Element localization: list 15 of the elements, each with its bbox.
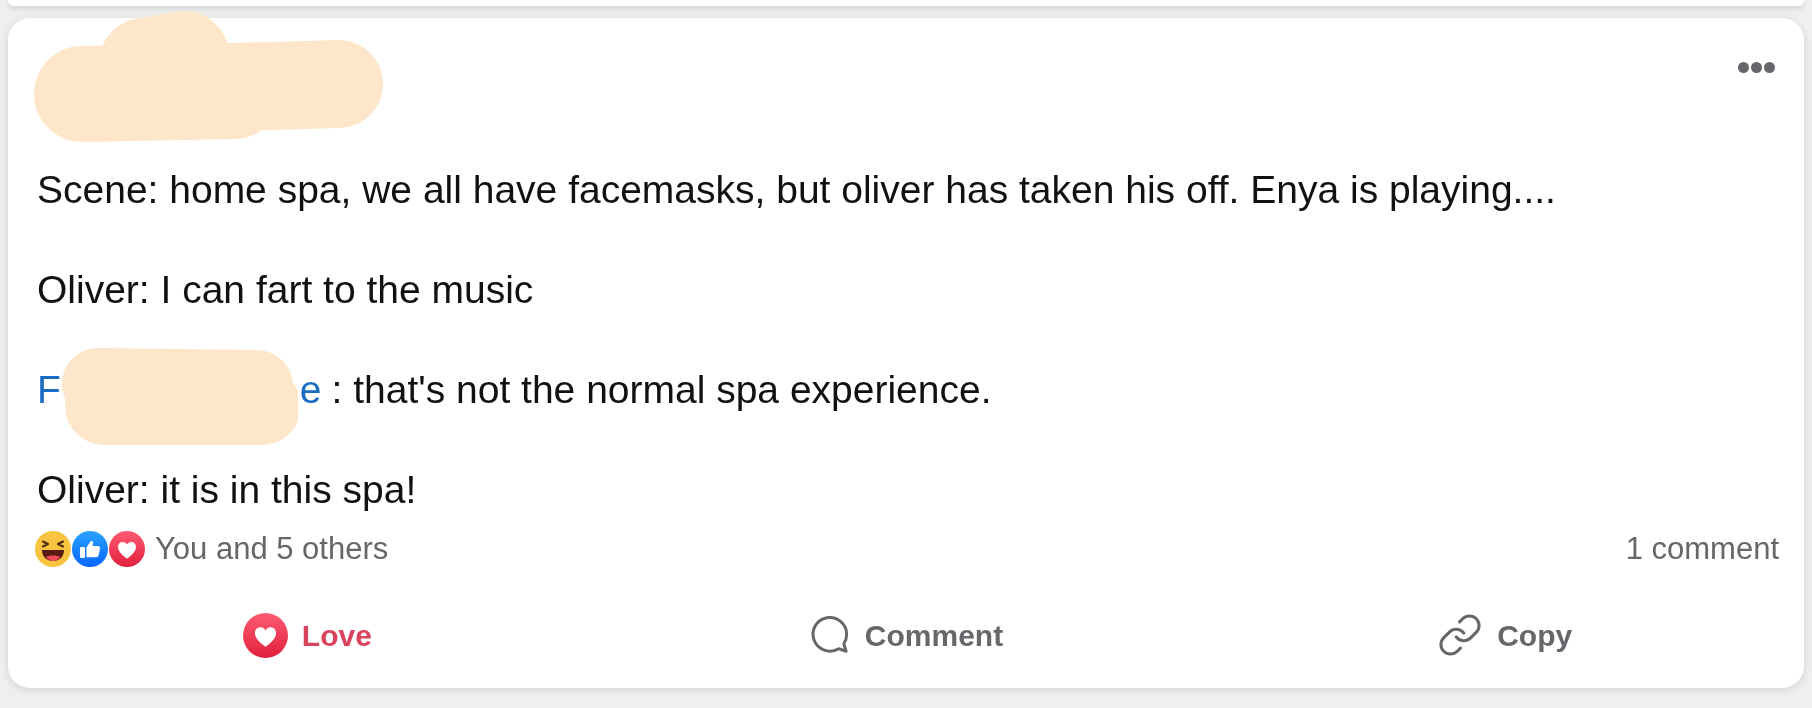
comment-button[interactable]: Comment — [804, 605, 1008, 665]
laughing-face-icon — [35, 531, 71, 567]
more-options-icon — [1738, 62, 1775, 73]
post-text: Oliver: it is in this spa! — [37, 467, 418, 513]
thumbs-up-icon — [72, 531, 108, 567]
copy-link-button[interactable]: Copy — [1433, 605, 1577, 665]
link-icon — [1437, 612, 1484, 658]
mention-link[interactable]: e — [299, 360, 322, 420]
post-text: : that's not the normal spa experience. — [331, 366, 992, 413]
mention-link[interactable]: F — [37, 360, 61, 420]
comment-count[interactable]: 1 comment — [1625, 525, 1779, 573]
post-text: Scene: home spa, we all have facemasks, but oliver has taken his off. Enya is playing.... — [37, 167, 1557, 213]
reactions-summary[interactable]: You and 5 others — [155, 525, 389, 573]
reaction-button[interactable]: Love — [238, 605, 376, 665]
post-text: Oliver: I can fart to the music — [37, 267, 535, 313]
